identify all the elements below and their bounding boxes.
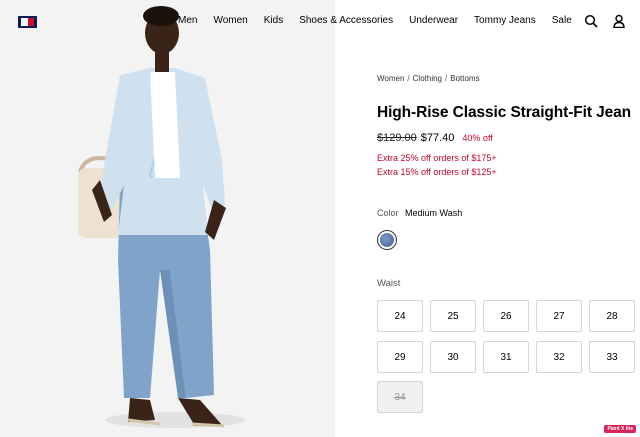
search-icon[interactable] — [584, 14, 598, 28]
color-label: Color — [377, 208, 399, 218]
size-option-34-unavailable[interactable]: 34 — [377, 381, 423, 413]
extension-badge[interactable]: Paint X lite — [604, 425, 636, 433]
color-selection: Color Medium Wash — [377, 208, 462, 218]
original-price: $129.00 — [377, 132, 417, 144]
nav-item-sale[interactable]: Sale — [552, 15, 572, 26]
brand-logo[interactable] — [18, 16, 37, 28]
promo-text: Extra 15% off orders of $125+ — [377, 167, 497, 177]
site-header: Men Women Kids Shoes & Accessories Under… — [0, 0, 640, 44]
nav-item-men[interactable]: Men — [178, 15, 197, 26]
nav-item-shoes-accessories[interactable]: Shoes & Accessories — [299, 15, 393, 26]
size-option-30[interactable]: 30 — [430, 341, 476, 373]
discount-label: 40% off — [462, 133, 493, 143]
size-option-28[interactable]: 28 — [589, 300, 635, 332]
promo-text: Extra 25% off orders of $175+ — [377, 153, 497, 163]
color-value: Medium Wash — [405, 208, 463, 218]
price-row: $129.00 $77.40 40% off — [377, 132, 493, 144]
size-option-24[interactable]: 24 — [377, 300, 423, 332]
size-option-33[interactable]: 33 — [589, 341, 635, 373]
account-icon[interactable] — [612, 14, 626, 28]
size-option-29[interactable]: 29 — [377, 341, 423, 373]
model-image — [0, 0, 335, 437]
nav-item-kids[interactable]: Kids — [264, 15, 283, 26]
sale-price: $77.40 — [420, 132, 455, 144]
size-option-27[interactable]: 27 — [536, 300, 582, 332]
breadcrumb-clothing[interactable]: Clothing — [413, 74, 442, 83]
size-option-25[interactable]: 25 — [430, 300, 476, 332]
size-option-26[interactable]: 26 — [483, 300, 529, 332]
product-title: High-Rise Classic Straight-Fit Jean — [377, 104, 632, 121]
main-nav: Men Women Kids Shoes & Accessories Under… — [178, 15, 572, 26]
breadcrumb-women[interactable]: Women — [377, 74, 404, 83]
breadcrumb-bottoms[interactable]: Bottoms — [450, 74, 479, 83]
nav-item-women[interactable]: Women — [213, 15, 247, 26]
waist-label: Waist — [377, 278, 401, 289]
color-swatch-medium-wash[interactable] — [377, 230, 397, 250]
breadcrumb: Women / Clothing / Bottoms — [377, 74, 480, 83]
nav-item-tommy-jeans[interactable]: Tommy Jeans — [474, 15, 536, 26]
nav-item-underwear[interactable]: Underwear — [409, 15, 458, 26]
size-option-32[interactable]: 32 — [536, 341, 582, 373]
product-photo — [0, 0, 335, 437]
size-option-31[interactable]: 31 — [483, 341, 529, 373]
